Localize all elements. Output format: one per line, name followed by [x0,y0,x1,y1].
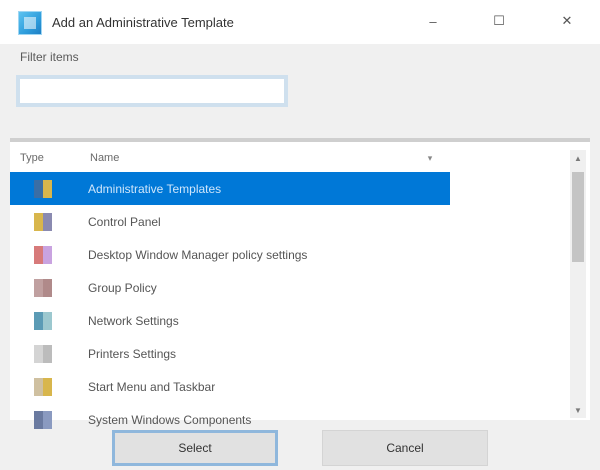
folder-icon [34,212,52,231]
search-input[interactable] [16,75,288,107]
list-item-label: Administrative Templates [88,181,222,196]
column-header-type[interactable]: Type [10,152,80,164]
list-item-label: Printers Settings [88,346,177,361]
template-icon [34,179,52,198]
list-item-label: Desktop Window Manager policy settings [88,247,308,262]
cancel-button[interactable]: Cancel [322,430,488,466]
title-bar: Add an Administrative Template – ☐ ✕ [0,0,600,44]
minimize-button[interactable]: – [410,6,456,36]
list-header: Type Name ▾ [10,146,450,170]
template-list-panel: Type Name ▾ Administrative Templates Cont… [10,138,590,429]
list-item[interactable]: Printers Settings [10,337,450,370]
maximize-button[interactable]: ☐ [476,6,522,36]
list-item-label: Control Panel [88,214,161,229]
sort-chevron-icon[interactable]: ▾ [420,153,440,164]
scroll-down-icon[interactable]: ▼ [570,402,586,418]
list-item-label: Group Policy [88,280,157,295]
close-button[interactable]: ✕ [544,6,590,36]
dialog-window: Add an Administrative Template – ☐ ✕ Fil… [0,0,600,470]
select-button[interactable]: Select [112,430,278,466]
column-header-name[interactable]: Name [80,152,420,164]
folder-icon [34,278,52,297]
system-icon [34,410,52,429]
app-icon [18,11,42,35]
list-item-label: Network Settings [88,313,179,328]
settings-icon [34,245,52,264]
list-item[interactable]: Administrative Templates [10,172,450,205]
template-list: Administrative Templates Control Panel Des… [10,172,450,436]
list-item[interactable]: Desktop Window Manager policy settings [10,238,450,271]
list-item[interactable]: Control Panel [10,205,450,238]
folder-icon [34,377,52,396]
list-item[interactable]: Group Policy [10,271,450,304]
printer-icon [34,344,52,363]
search-label: Filter items [20,50,79,64]
list-item-label: Start Menu and Taskbar [88,379,216,394]
network-icon [34,311,52,330]
window-title: Add an Administrative Template [52,15,234,30]
vertical-scrollbar[interactable]: ▲ ▼ [570,150,586,418]
scroll-up-icon[interactable]: ▲ [570,150,586,166]
list-item[interactable]: Network Settings [10,304,450,337]
scroll-thumb[interactable] [572,172,584,262]
list-item-label: System Windows Components [88,412,252,427]
list-item[interactable]: Start Menu and Taskbar [10,370,450,403]
